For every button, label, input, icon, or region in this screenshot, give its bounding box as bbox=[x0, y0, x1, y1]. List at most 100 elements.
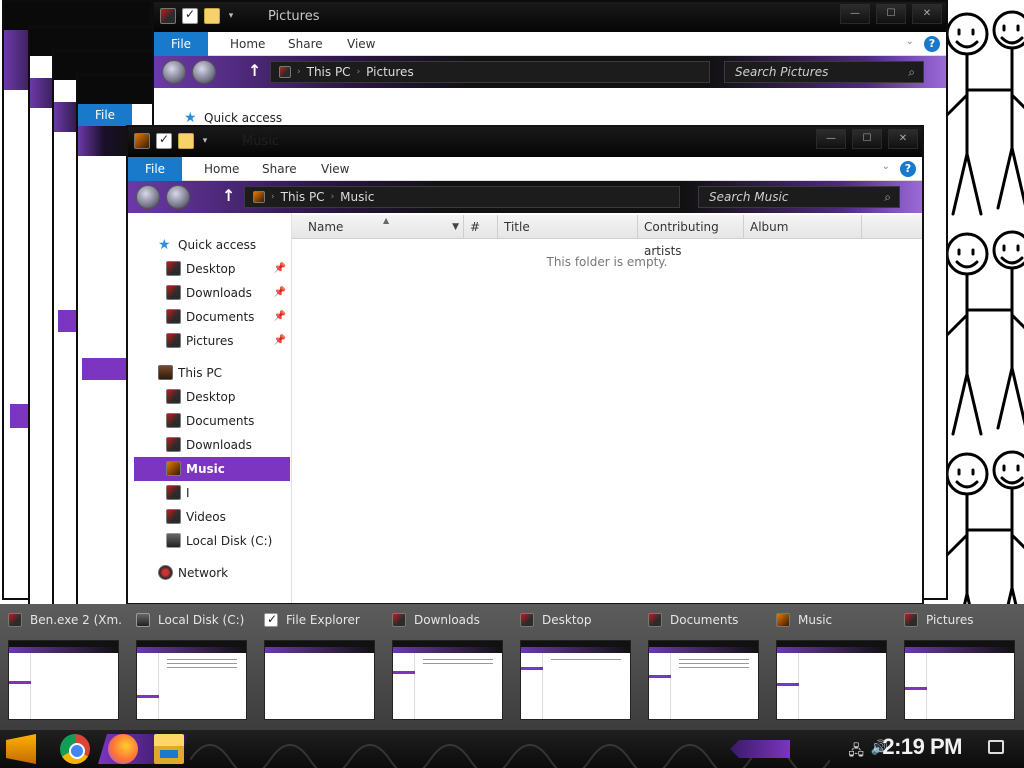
help-icon[interactable]: ? bbox=[900, 161, 916, 177]
address-field[interactable]: › This PC › Pictures bbox=[270, 61, 710, 83]
nav-pane: ★ Quick access Desktop 📌 Downloads 📌 Doc… bbox=[128, 213, 292, 603]
clock[interactable]: 2:19 PM bbox=[882, 734, 962, 760]
chevron-down-icon[interactable]: ▾ bbox=[200, 136, 210, 146]
preview-thumbnail[interactable] bbox=[648, 640, 759, 720]
nav-documents-pinned[interactable]: Documents 📌 bbox=[128, 305, 290, 329]
minimize-button[interactable]: — bbox=[840, 4, 870, 24]
preview-file-explorer[interactable]: File Explorer bbox=[256, 604, 384, 730]
breadcrumb-this-pc[interactable]: This PC bbox=[307, 62, 351, 82]
preview-thumbnail[interactable] bbox=[904, 640, 1015, 720]
nav-downloads-pinned[interactable]: Downloads 📌 bbox=[128, 281, 290, 305]
downloads-folder-icon bbox=[392, 613, 406, 627]
title-bar[interactable]: ▾ Music — ☐ ✕ bbox=[128, 127, 922, 157]
close-button[interactable]: ✕ bbox=[888, 129, 918, 149]
preview-local-disk[interactable]: Local Disk (C:) bbox=[128, 604, 256, 730]
minimize-button[interactable]: — bbox=[816, 129, 846, 149]
nav-pictures-pinned[interactable]: Pictures 📌 bbox=[128, 329, 290, 353]
breadcrumb-this-pc[interactable]: This PC bbox=[281, 187, 325, 207]
column-title[interactable]: Title bbox=[498, 215, 638, 239]
tab-view[interactable]: View bbox=[321, 157, 349, 181]
tab-file[interactable]: File bbox=[154, 32, 208, 56]
star-icon: ★ bbox=[158, 237, 171, 253]
expand-ribbon-icon[interactable]: ⌄ bbox=[882, 161, 890, 172]
chrome-icon[interactable] bbox=[60, 734, 90, 764]
nav-desktop-pinned[interactable]: Desktop 📌 bbox=[128, 257, 290, 281]
firefox-icon[interactable] bbox=[108, 734, 138, 764]
pin-icon[interactable]: 📌 bbox=[274, 257, 286, 281]
column-name[interactable]: ▲ Name ▼ bbox=[292, 215, 464, 239]
preview-pictures[interactable]: Pictures bbox=[896, 604, 1024, 730]
preview-documents[interactable]: Documents bbox=[640, 604, 768, 730]
tab-share[interactable]: Share bbox=[288, 32, 323, 56]
new-folder-icon[interactable] bbox=[178, 133, 194, 149]
breadcrumb-pictures[interactable]: Pictures bbox=[366, 62, 414, 82]
pin-icon[interactable]: 📌 bbox=[274, 329, 286, 353]
pin-icon[interactable]: 📌 bbox=[274, 281, 286, 305]
address-field[interactable]: › This PC › Music bbox=[244, 186, 680, 208]
help-icon[interactable]: ? bbox=[924, 36, 940, 52]
file-tab[interactable]: File bbox=[78, 104, 132, 126]
preview-thumbnail[interactable] bbox=[136, 640, 247, 720]
expand-ribbon-icon[interactable]: ⌄ bbox=[906, 36, 914, 47]
nav-quick-access[interactable]: ★ Quick access bbox=[128, 233, 290, 257]
search-input[interactable]: Search Music ⌕ bbox=[698, 186, 900, 208]
nav-music[interactable]: Music bbox=[134, 457, 290, 481]
preview-thumbnail[interactable] bbox=[264, 640, 375, 720]
maximize-button[interactable]: ☐ bbox=[852, 129, 882, 149]
maximize-button[interactable]: ☐ bbox=[876, 4, 906, 24]
preview-thumbnail[interactable] bbox=[8, 640, 119, 720]
tab-view[interactable]: View bbox=[347, 32, 375, 56]
decorative-arrow bbox=[730, 740, 790, 758]
search-icon[interactable]: ⌕ bbox=[884, 187, 891, 207]
pin-icon[interactable]: 📌 bbox=[274, 305, 286, 329]
preview-thumbnail[interactable] bbox=[776, 640, 887, 720]
content-pane[interactable]: ▲ Name ▼ # Title Contributing artists Al… bbox=[292, 213, 922, 603]
properties-icon[interactable] bbox=[182, 7, 198, 24]
pictures-folder-icon bbox=[166, 333, 181, 348]
start-icon[interactable] bbox=[6, 734, 36, 764]
back-button[interactable] bbox=[136, 185, 160, 209]
preview-thumbnail[interactable] bbox=[392, 640, 503, 720]
search-input[interactable]: Search Pictures ⌕ bbox=[724, 61, 924, 83]
preview-desktop[interactable]: Desktop bbox=[512, 604, 640, 730]
column-number[interactable]: # bbox=[464, 215, 498, 239]
preview-music[interactable]: Music bbox=[768, 604, 896, 730]
tab-share[interactable]: Share bbox=[262, 157, 297, 181]
close-button[interactable]: ✕ bbox=[912, 4, 942, 24]
nav-pane: ★ Quick access bbox=[154, 88, 318, 128]
network-tray-icon[interactable]: 🖧 bbox=[848, 740, 864, 764]
up-arrow-icon[interactable]: ↑ bbox=[248, 61, 261, 80]
nav-desktop[interactable]: Desktop bbox=[128, 385, 290, 409]
column-album[interactable]: Album bbox=[744, 215, 862, 239]
nav-documents[interactable]: Documents bbox=[128, 409, 290, 433]
forward-button[interactable] bbox=[166, 185, 190, 209]
music-window[interactable]: ▾ Music — ☐ ✕ File Home Share View ⌄ ? ↑… bbox=[126, 125, 924, 605]
chevron-down-icon[interactable]: ▼ bbox=[452, 215, 459, 239]
search-icon[interactable]: ⌕ bbox=[908, 62, 915, 82]
new-folder-icon[interactable] bbox=[204, 8, 220, 24]
forward-button[interactable] bbox=[192, 60, 216, 84]
back-button[interactable] bbox=[162, 60, 186, 84]
chevron-down-icon[interactable]: ▾ bbox=[226, 11, 236, 21]
preview-downloads[interactable]: Downloads bbox=[384, 604, 512, 730]
notifications-icon[interactable] bbox=[988, 740, 1004, 754]
tab-home[interactable]: Home bbox=[230, 32, 265, 56]
nav-local-disk[interactable]: Local Disk (C:) bbox=[128, 529, 290, 553]
preview-ben-exe[interactable]: Ben.exe 2 (Xm... bbox=[0, 604, 128, 730]
music-folder-icon bbox=[253, 191, 265, 203]
tab-home[interactable]: Home bbox=[204, 157, 239, 181]
nav-videos[interactable]: Videos bbox=[128, 505, 290, 529]
preview-label: Desktop bbox=[542, 613, 592, 627]
nav-this-pc[interactable]: This PC bbox=[128, 361, 290, 385]
preview-thumbnail[interactable] bbox=[520, 640, 631, 720]
breadcrumb-music[interactable]: Music bbox=[340, 187, 374, 207]
nav-network[interactable]: Network bbox=[128, 561, 290, 585]
file-explorer-icon[interactable] bbox=[154, 734, 184, 764]
up-arrow-icon[interactable]: ↑ bbox=[222, 186, 235, 205]
nav-i[interactable]: I bbox=[128, 481, 290, 505]
title-bar[interactable]: ▾ Pictures — ☐ ✕ bbox=[154, 2, 946, 32]
tab-file[interactable]: File bbox=[128, 157, 182, 181]
nav-downloads[interactable]: Downloads bbox=[128, 433, 290, 457]
properties-icon[interactable] bbox=[156, 132, 172, 149]
column-contributing-artists[interactable]: Contributing artists bbox=[638, 215, 744, 258]
